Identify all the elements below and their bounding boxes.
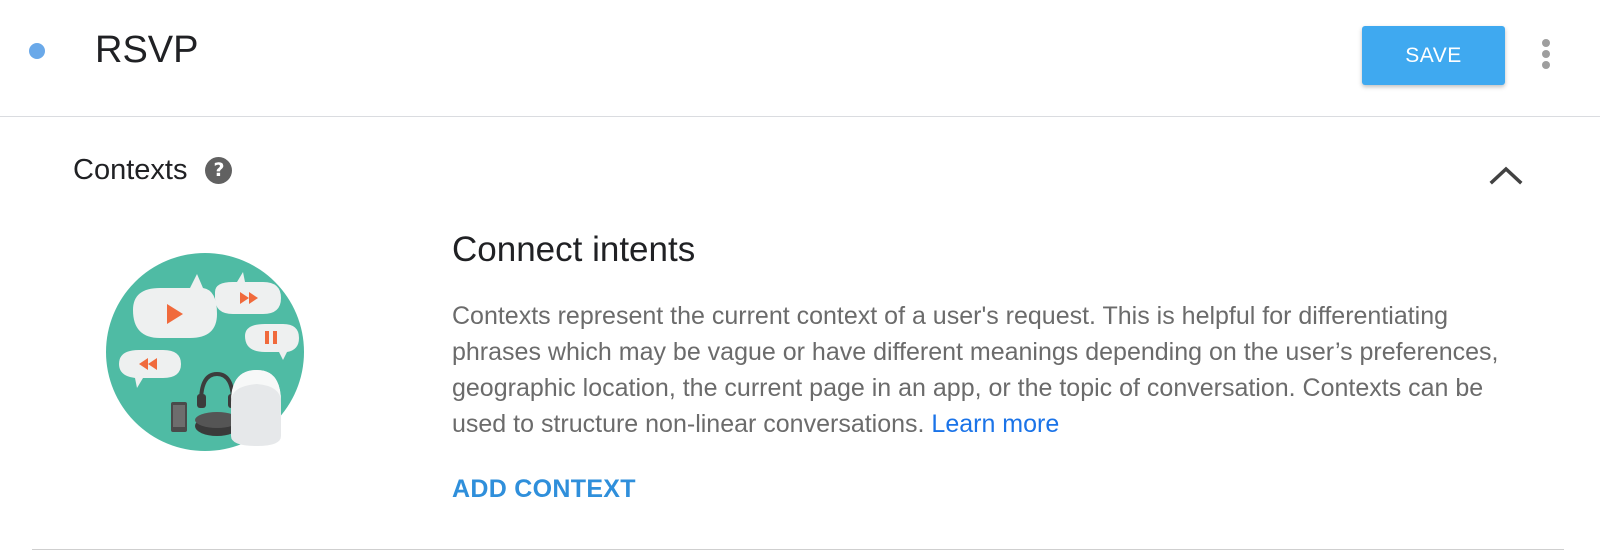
section-divider	[32, 549, 1564, 550]
content-heading: Connect intents	[452, 230, 696, 269]
intent-title: RSVP	[95, 29, 199, 71]
status-dot	[29, 43, 45, 59]
chevron-up-icon[interactable]	[1488, 160, 1524, 188]
save-button[interactable]: SAVE	[1362, 26, 1505, 85]
contexts-illustration	[105, 252, 305, 452]
content-description: Contexts represent the current context o…	[452, 298, 1532, 442]
contexts-content: Connect intents Contexts represent the c…	[452, 226, 1532, 504]
more-vert-icon[interactable]	[1536, 34, 1556, 74]
learn-more-link[interactable]: Learn more	[931, 410, 1059, 438]
add-context-button[interactable]: ADD CONTEXT	[452, 475, 636, 504]
top-bar: RSVP SAVE	[0, 0, 1600, 117]
help-circle-icon[interactable]: ?	[205, 156, 233, 184]
contexts-section-header: Contexts ?	[73, 150, 233, 190]
section-title: Contexts	[73, 154, 188, 186]
